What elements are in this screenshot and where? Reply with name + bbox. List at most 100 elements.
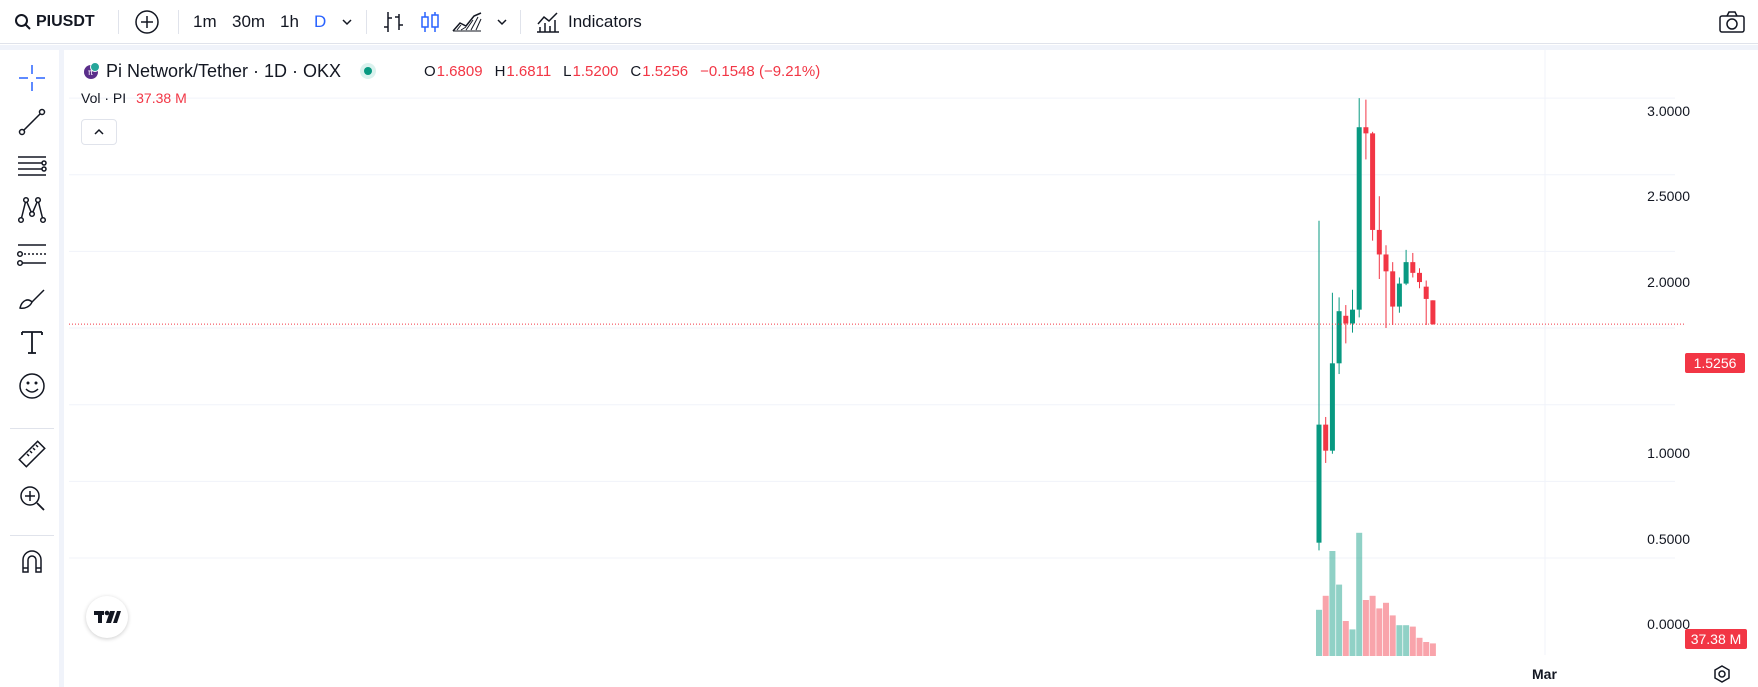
- fib-retracement-tool[interactable]: [12, 150, 52, 186]
- candle-body: [1390, 271, 1396, 307]
- horizontal-lines-icon: [16, 150, 48, 187]
- candles-chart-type-button[interactable]: [418, 0, 442, 44]
- volume-bar: [1369, 595, 1376, 656]
- zoom-in-tool[interactable]: [12, 482, 52, 518]
- zoom-in-icon: [16, 482, 48, 519]
- volume-bar: [1336, 584, 1343, 656]
- forecasting-tool[interactable]: [12, 238, 52, 274]
- magnet-tool[interactable]: [12, 546, 52, 582]
- volume-bar: [1409, 626, 1416, 656]
- interval-1m-label: 1m: [193, 12, 217, 31]
- candles: [1316, 98, 1436, 551]
- top-toolbar: PIUSDT 1m 30m 1h D Indicators: [0, 0, 1758, 44]
- candle-body: [1323, 424, 1329, 451]
- volume-bar: [1376, 608, 1383, 656]
- smiley-icon: [16, 370, 48, 407]
- collapse-legend-button[interactable]: [81, 119, 117, 145]
- svg-text:π: π: [88, 68, 93, 77]
- chart-legend: π Pi Network/Tether · 1D · OKX: [82, 58, 377, 84]
- candle-body: [1343, 315, 1349, 324]
- pi-logo-icon: π: [82, 62, 100, 80]
- volume-bars: [1316, 532, 1436, 656]
- chart-settings-button[interactable]: [1712, 664, 1732, 687]
- search-icon: [14, 13, 32, 31]
- plus-circle-icon: [134, 9, 160, 35]
- price-tick: 2.5000: [1647, 188, 1690, 204]
- area-chart-type-button[interactable]: [452, 0, 482, 44]
- candle-body: [1370, 133, 1376, 230]
- ohlc-values: O 1.6809 H 1.6811 L 1.5200 C 1.5256 −0.1…: [424, 58, 832, 84]
- crosshair-icon: [16, 62, 48, 99]
- candle-body: [1423, 286, 1429, 299]
- bar-chart-type-button[interactable]: [382, 0, 406, 44]
- price-tick: 0.0000: [1647, 616, 1690, 632]
- text-tool[interactable]: [12, 326, 52, 362]
- volume-bar: [1349, 629, 1356, 656]
- forecast-icon: [16, 238, 48, 275]
- close-value: 1.5256: [642, 62, 689, 80]
- price-tick: 3.0000: [1647, 103, 1690, 119]
- volume-bar: [1396, 625, 1403, 656]
- measure-tool[interactable]: [12, 438, 52, 474]
- volume-label[interactable]: Vol · PI: [81, 90, 126, 106]
- tool-divider: [10, 535, 54, 536]
- interval-1h-label: 1h: [280, 12, 299, 31]
- low-value: 1.5200: [572, 62, 619, 80]
- change-value: −0.1548 (−9.21%): [700, 62, 821, 80]
- close-label: C: [630, 62, 642, 80]
- symbol-label: PIUSDT: [36, 13, 95, 30]
- trend-line-icon: [16, 106, 48, 143]
- interval-1m[interactable]: 1m: [193, 0, 217, 44]
- toolbar-divider: [0, 45, 1758, 50]
- candle-body: [1336, 311, 1342, 364]
- chevron-down-icon: [495, 15, 509, 29]
- ruler-icon: [16, 438, 48, 475]
- volume-bar: [1403, 625, 1410, 656]
- bars-icon: [382, 10, 406, 34]
- compare-symbol-button[interactable]: [134, 0, 160, 44]
- pattern-icon: [16, 194, 48, 231]
- trend-line-tool[interactable]: [12, 106, 52, 142]
- volume-bar: [1356, 532, 1363, 656]
- volume-bar: [1342, 621, 1349, 656]
- text-icon: [16, 326, 48, 363]
- tradingview-logo[interactable]: [86, 596, 128, 638]
- interval-dropdown[interactable]: [340, 0, 354, 44]
- candle-body: [1350, 309, 1355, 324]
- volume-bar: [1316, 609, 1322, 656]
- chevron-up-icon: [92, 125, 106, 139]
- symbol-search-button[interactable]: PIUSDT: [14, 0, 95, 44]
- volume-bar: [1389, 615, 1396, 656]
- brush-tool[interactable]: [12, 282, 52, 318]
- interval-d-label: D: [314, 12, 327, 31]
- interval-d[interactable]: D: [314, 0, 326, 44]
- candle-body: [1329, 363, 1335, 451]
- candle-body: [1316, 424, 1322, 543]
- interval-1h[interactable]: 1h: [280, 0, 299, 44]
- emoji-tool[interactable]: [12, 370, 52, 406]
- price-chart[interactable]: [0, 0, 1758, 687]
- volume-bar: [1329, 551, 1336, 656]
- high-label: H: [494, 62, 506, 80]
- high-value: 1.6811: [506, 62, 552, 80]
- tool-divider: [10, 428, 54, 429]
- crosshair-tool[interactable]: [12, 62, 52, 98]
- volume-bar: [1322, 595, 1329, 656]
- candle-body: [1410, 262, 1416, 273]
- camera-icon: [1718, 10, 1746, 34]
- indicators-label: Indicators: [568, 12, 642, 31]
- chart-type-dropdown[interactable]: [495, 0, 509, 44]
- pattern-tool[interactable]: [12, 194, 52, 230]
- indicators-button[interactable]: Indicators: [536, 0, 642, 44]
- screenshot-button[interactable]: [1718, 0, 1746, 44]
- symbol-title[interactable]: Pi Network/Tether · 1D · OKX: [106, 61, 341, 82]
- market-status-icon[interactable]: [359, 62, 377, 80]
- candle-body: [1376, 229, 1382, 255]
- volume-bar: [1429, 643, 1436, 656]
- last-volume-label: 37.38 M: [1685, 629, 1747, 649]
- open-value: 1.6809: [436, 62, 483, 80]
- candle-body: [1403, 262, 1409, 284]
- volume-bar: [1383, 602, 1389, 656]
- interval-30m[interactable]: 30m: [232, 0, 265, 44]
- chart-grid: [69, 50, 1675, 655]
